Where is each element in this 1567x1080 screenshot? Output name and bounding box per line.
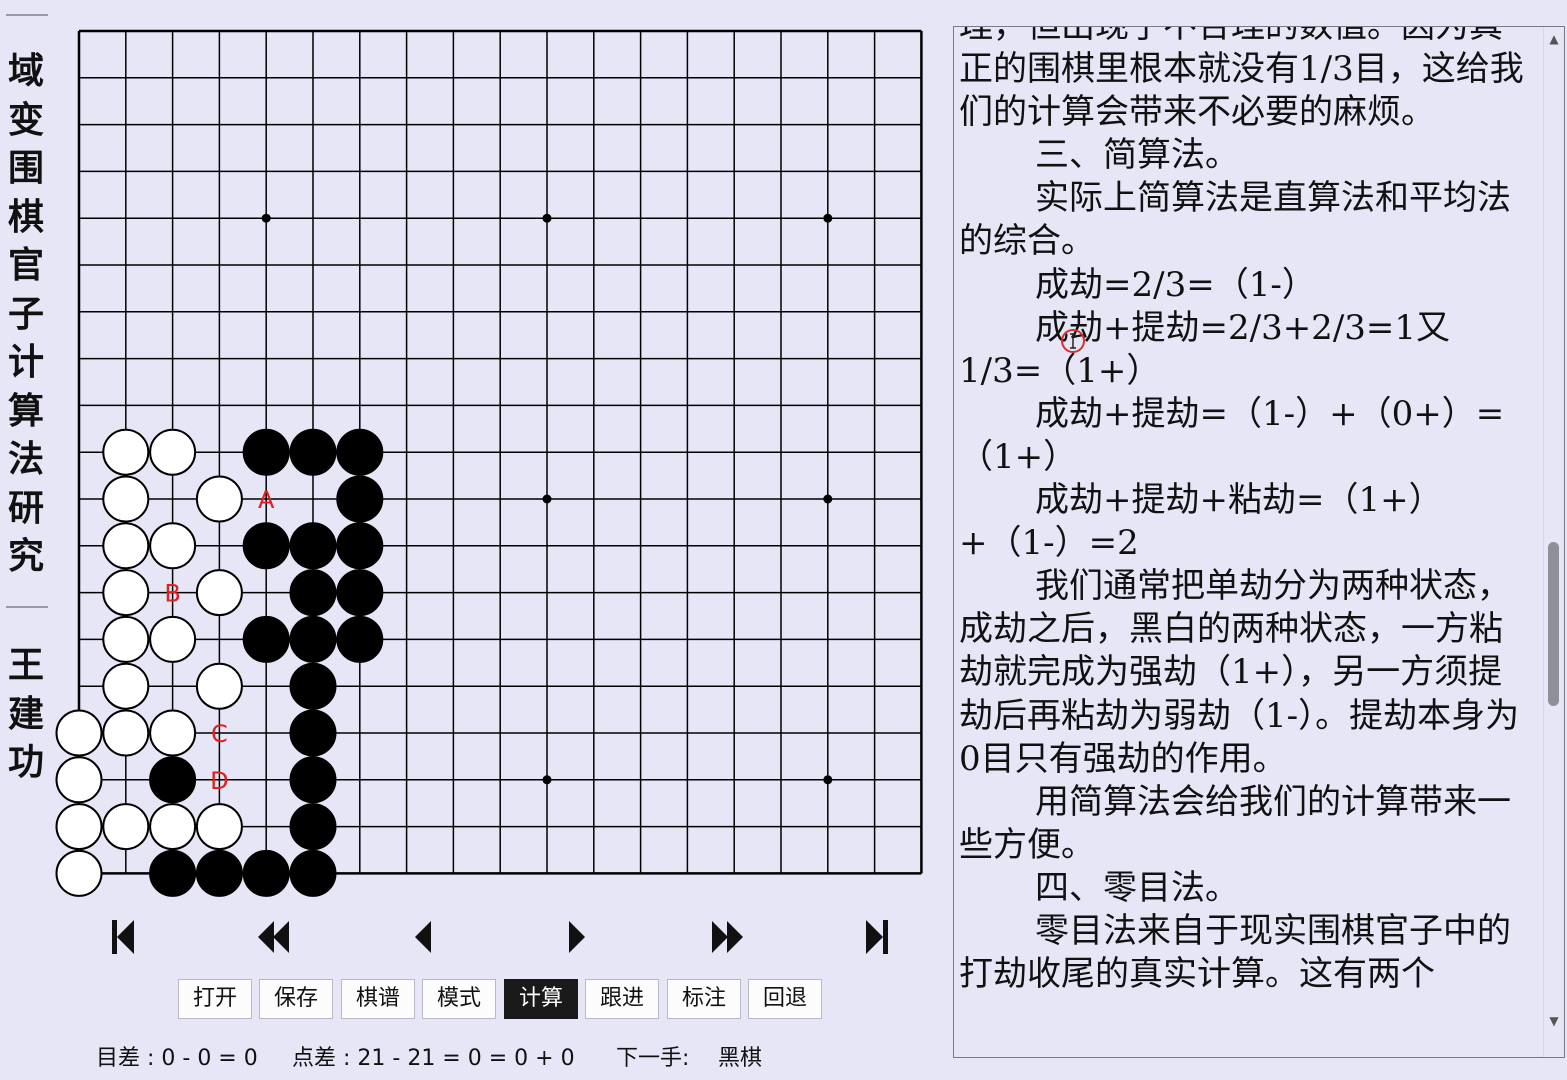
territory-diff: 目差 : 0 - 0 = 0 [96,1046,258,1071]
black-stone[interactable] [149,849,197,897]
go-board-area[interactable]: ABCDE [0,0,940,900]
article-scrollbar[interactable]: ▲ ▼ [1543,27,1564,1057]
open-button[interactable]: 打开 [178,979,252,1019]
white-stone[interactable] [102,709,150,757]
star-point [823,494,833,504]
white-stone[interactable] [149,522,197,570]
black-stone[interactable] [289,569,337,617]
nav-back-button[interactable] [398,912,448,962]
black-stone[interactable] [336,428,384,476]
white-stone[interactable] [55,709,103,757]
nav-fast-forward-button[interactable] [703,912,753,962]
white-stone[interactable] [149,428,197,476]
black-stone[interactable] [195,849,243,897]
white-stone[interactable] [149,709,197,757]
point-label: D [210,767,228,795]
black-stone[interactable] [289,522,337,570]
black-stone[interactable] [242,615,290,663]
next-move-label: 下一手: [616,1046,690,1071]
black-stone[interactable] [289,428,337,476]
white-stone[interactable] [55,756,103,804]
fast-forward-icon [712,921,743,953]
black-stone[interactable] [242,522,290,570]
nav-forward-button[interactable] [552,912,602,962]
article-paragraph: 零目法来自于现实围棋官子中的打劫收尾的真实计算。这有两个 [959,910,1511,995]
black-stone[interactable] [336,522,384,570]
white-stone[interactable] [195,662,243,710]
kifu-button[interactable]: 棋谱 [341,979,415,1019]
article-paragraph: 三、简算法。 [1035,135,1239,176]
article-text: 理，但出现了不合理的数值。因为真正的围棋里根本就没有1/3目，这给我们的计算会带… [959,26,1529,996]
black-stone[interactable] [242,428,290,476]
black-stone[interactable] [336,475,384,523]
article-paragraph: 成劫=2/3=（1-） [1035,264,1316,305]
black-stone[interactable] [289,615,337,663]
point-diff: 点差 : 21 - 21 = 0 = 0 + 0 [292,1046,575,1071]
point-label: B [164,580,180,608]
mouse-cursor-icon [1061,329,1085,353]
follow-button[interactable]: 跟进 [585,979,659,1019]
calculate-button[interactable]: 计算 [504,979,578,1019]
star-point [823,775,833,785]
article-paragraph: 成劫+提劫+粘劫=（1+）+（1-）=2 [959,480,1443,564]
article-paragraph: 我们通常把单劫分为两种状态，成劫之后，黑白的两种状态，一方粘劫就完成为强劫（1+… [959,566,1520,779]
white-stone[interactable] [55,849,103,897]
star-point [261,213,271,223]
article-panel[interactable]: 理，但出现了不合理的数值。因为真正的围棋里根本就没有1/3目，这给我们的计算会带… [953,26,1565,1058]
white-stone[interactable] [195,569,243,617]
white-stone[interactable] [102,569,150,617]
point-label: A [258,486,275,514]
undo-button[interactable]: 回退 [748,979,822,1019]
fast-rewind-icon [258,921,289,953]
white-stone[interactable] [195,803,243,851]
article-paragraph: 成劫+提劫=（1-）+（0+）=（1+） [959,393,1505,477]
white-stone[interactable] [149,803,197,851]
white-stone[interactable] [102,428,150,476]
white-stone[interactable] [102,662,150,710]
save-button[interactable]: 保存 [259,979,333,1019]
nav-fast-back-button[interactable] [248,912,298,962]
white-stone[interactable] [195,475,243,523]
star-point [542,775,552,785]
black-stone[interactable] [289,849,337,897]
star-point [823,213,833,223]
black-stone[interactable] [149,756,197,804]
white-stone[interactable] [55,803,103,851]
scroll-thumb[interactable] [1548,542,1559,706]
step-back-icon [415,921,431,953]
article-paragraph: 用简算法会给我们的计算带来一些方便。 [959,781,1511,865]
star-point [542,494,552,504]
annotate-button[interactable]: 标注 [667,979,741,1019]
star-point [542,213,552,223]
black-stone[interactable] [289,756,337,804]
article-paragraph: 四、零目法。 [1035,867,1239,908]
black-stone[interactable] [289,662,337,710]
article-paragraph: 成劫+提劫=2/3+2/3=1又1/3=（1+） [959,307,1451,391]
black-stone[interactable] [289,803,337,851]
mode-button[interactable]: 模式 [422,979,496,1019]
black-stone[interactable] [242,849,290,897]
scroll-down-icon[interactable]: ▼ [1544,1011,1564,1031]
go-board[interactable]: ABCDE [0,0,940,900]
nav-first-button[interactable] [98,912,148,962]
black-stone[interactable] [336,569,384,617]
point-label: C [211,720,228,748]
scroll-up-icon[interactable]: ▲ [1544,29,1564,49]
white-stone[interactable] [149,615,197,663]
next-move-value: 黑棋 [718,1046,763,1071]
step-forward-icon [569,921,585,953]
skip-to-end-icon [866,920,888,954]
nav-last-button[interactable] [852,912,902,962]
white-stone[interactable] [102,522,150,570]
article-paragraph: 实际上简算法是直算法和平均法的综合。 [959,178,1511,262]
black-stone[interactable] [289,709,337,757]
article-paragraph: 理，但出现了不合理的数值。因为真正的围棋里根本就没有1/3目，这给我们的计算会带… [959,26,1524,133]
white-stone[interactable] [102,615,150,663]
black-stone[interactable] [336,615,384,663]
skip-to-start-icon [112,920,134,954]
white-stone[interactable] [102,803,150,851]
white-stone[interactable] [102,475,150,523]
